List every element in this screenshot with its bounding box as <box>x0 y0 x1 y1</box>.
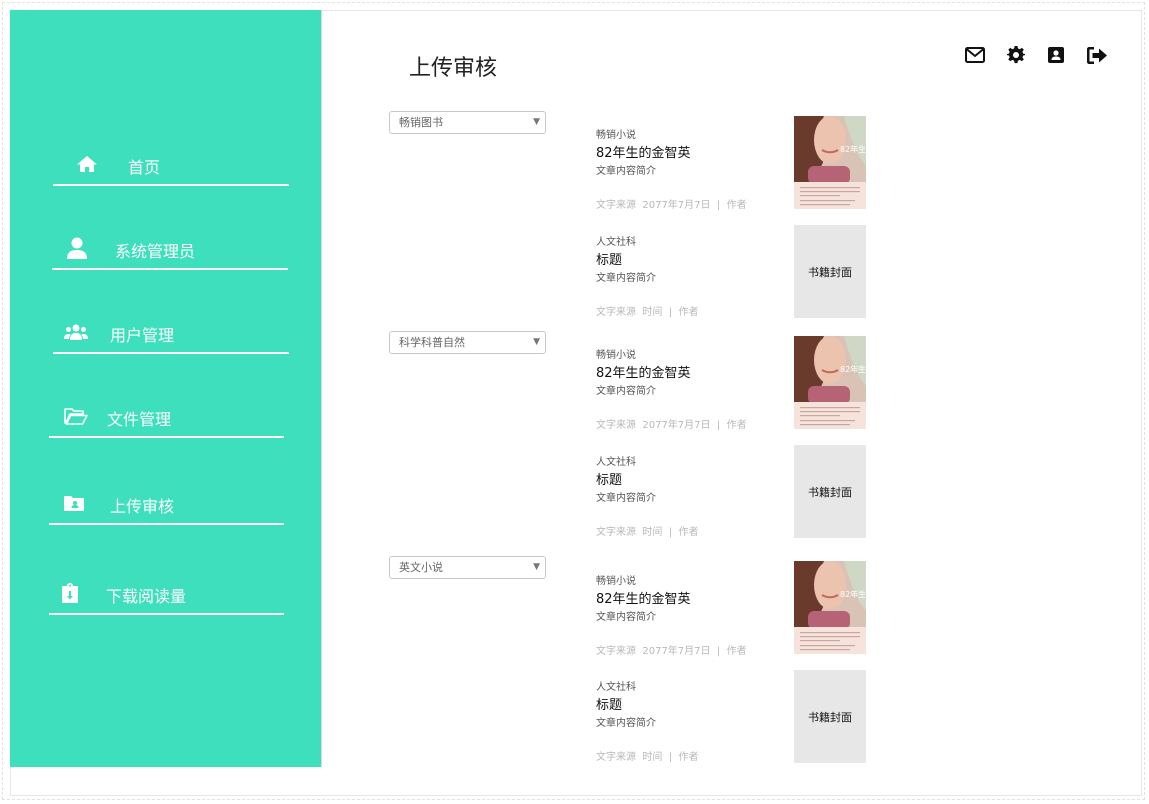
cover-placeholder-text: 书籍封面 <box>808 710 852 724</box>
sidebar-item-admin[interactable]: 系统管理员 <box>52 234 288 270</box>
item-intro: 文章内容简介 <box>596 718 656 729</box>
book-cover: 82年生的金智英 <box>794 116 866 209</box>
item-category: 人文社科 <box>596 237 636 248</box>
sidebar-item-label: 文件管理 <box>107 410 172 429</box>
chevron-down-icon: ▼ <box>533 562 540 572</box>
sidebar-item-home[interactable]: 首页 <box>53 150 289 186</box>
item-meta: 文字来源 2077年7月7日 | 作者 <box>596 646 747 657</box>
item-intro: 文章内容简介 <box>596 273 656 284</box>
users-icon <box>64 318 88 346</box>
sidebar-item-label: 系统管理员 <box>115 242 196 261</box>
book-cover-placeholder: 书籍封面 <box>794 225 866 318</box>
book-cover: 82年生的金智英 <box>794 561 866 654</box>
sidebar-item-upload-review[interactable]: 上传审核 <box>49 489 284 525</box>
item-meta: 文字来源 时间 | 作者 <box>596 752 699 763</box>
book-cover-placeholder: 书籍封面 <box>794 670 866 763</box>
cover-placeholder-text: 书籍封面 <box>808 265 852 279</box>
item-category: 畅销小说 <box>596 576 636 587</box>
category-select[interactable]: 科学科普自然 ▼ <box>389 331 546 354</box>
home-icon <box>75 150 99 178</box>
sidebar-item-label: 上传审核 <box>110 497 175 516</box>
item-category: 人文社科 <box>596 457 636 468</box>
page-title: 上传审核 <box>409 56 498 81</box>
sign-out-icon[interactable] <box>1086 44 1108 66</box>
sidebar-item-label: 下载阅读量 <box>106 587 187 606</box>
cover-title: 82年生的金智英 <box>840 589 866 599</box>
item-category: 人文社科 <box>596 682 636 693</box>
item-meta: 文字来源 2077年7月7日 | 作者 <box>596 200 747 211</box>
user-icon <box>65 234 89 262</box>
category-select[interactable]: 畅销图书 ▼ <box>389 111 546 134</box>
item-intro: 文章内容简介 <box>596 166 656 177</box>
item-meta: 文字来源 2077年7月7日 | 作者 <box>596 420 747 431</box>
sidebar-item-label: 用户管理 <box>110 326 175 345</box>
cover-title: 82年生的金智英 <box>840 364 866 374</box>
folder-user-icon <box>62 489 86 517</box>
folder-open-icon <box>64 402 88 430</box>
item-meta: 文字来源 时间 | 作者 <box>596 307 699 318</box>
category-select[interactable]: 英文小说 ▼ <box>389 556 546 579</box>
sidebar-item-downloads[interactable]: 下载阅读量 <box>49 579 284 615</box>
item-intro: 文章内容简介 <box>596 386 656 397</box>
item-category: 畅销小说 <box>596 130 636 141</box>
item-intro: 文章内容简介 <box>596 493 656 504</box>
item-category: 畅销小说 <box>596 350 636 361</box>
select-value: 畅销图书 <box>399 116 443 129</box>
sidebar: 首页 系统管理员 用户管理 文件管理 上传审核 下载阅读量 <box>10 10 322 767</box>
item-title: 82年生的金智英 <box>596 592 691 607</box>
clipboard-download-icon <box>58 579 82 607</box>
item-title: 标题 <box>596 473 623 488</box>
item-title: 标题 <box>596 698 623 713</box>
book-cover-placeholder: 书籍封面 <box>794 445 866 538</box>
item-title: 82年生的金智英 <box>596 146 691 161</box>
chevron-down-icon: ▼ <box>533 337 540 347</box>
item-title: 标题 <box>596 253 623 268</box>
sidebar-item-label: 首页 <box>128 158 161 177</box>
cover-title: 82年生的金智英 <box>840 144 866 154</box>
item-title: 82年生的金智英 <box>596 366 691 381</box>
select-value: 英文小说 <box>399 561 443 574</box>
chevron-down-icon: ▼ <box>533 117 540 127</box>
gear-icon[interactable] <box>1005 44 1027 66</box>
contact-card-icon[interactable] <box>1045 44 1067 66</box>
sidebar-item-files[interactable]: 文件管理 <box>49 402 284 438</box>
book-cover: 82年生的金智英 <box>794 336 866 429</box>
mail-icon[interactable] <box>964 44 986 66</box>
item-meta: 文字来源 时间 | 作者 <box>596 527 699 538</box>
sidebar-item-users[interactable]: 用户管理 <box>53 318 289 354</box>
item-intro: 文章内容简介 <box>596 612 656 623</box>
select-value: 科学科普自然 <box>399 336 465 349</box>
cover-placeholder-text: 书籍封面 <box>808 485 852 499</box>
